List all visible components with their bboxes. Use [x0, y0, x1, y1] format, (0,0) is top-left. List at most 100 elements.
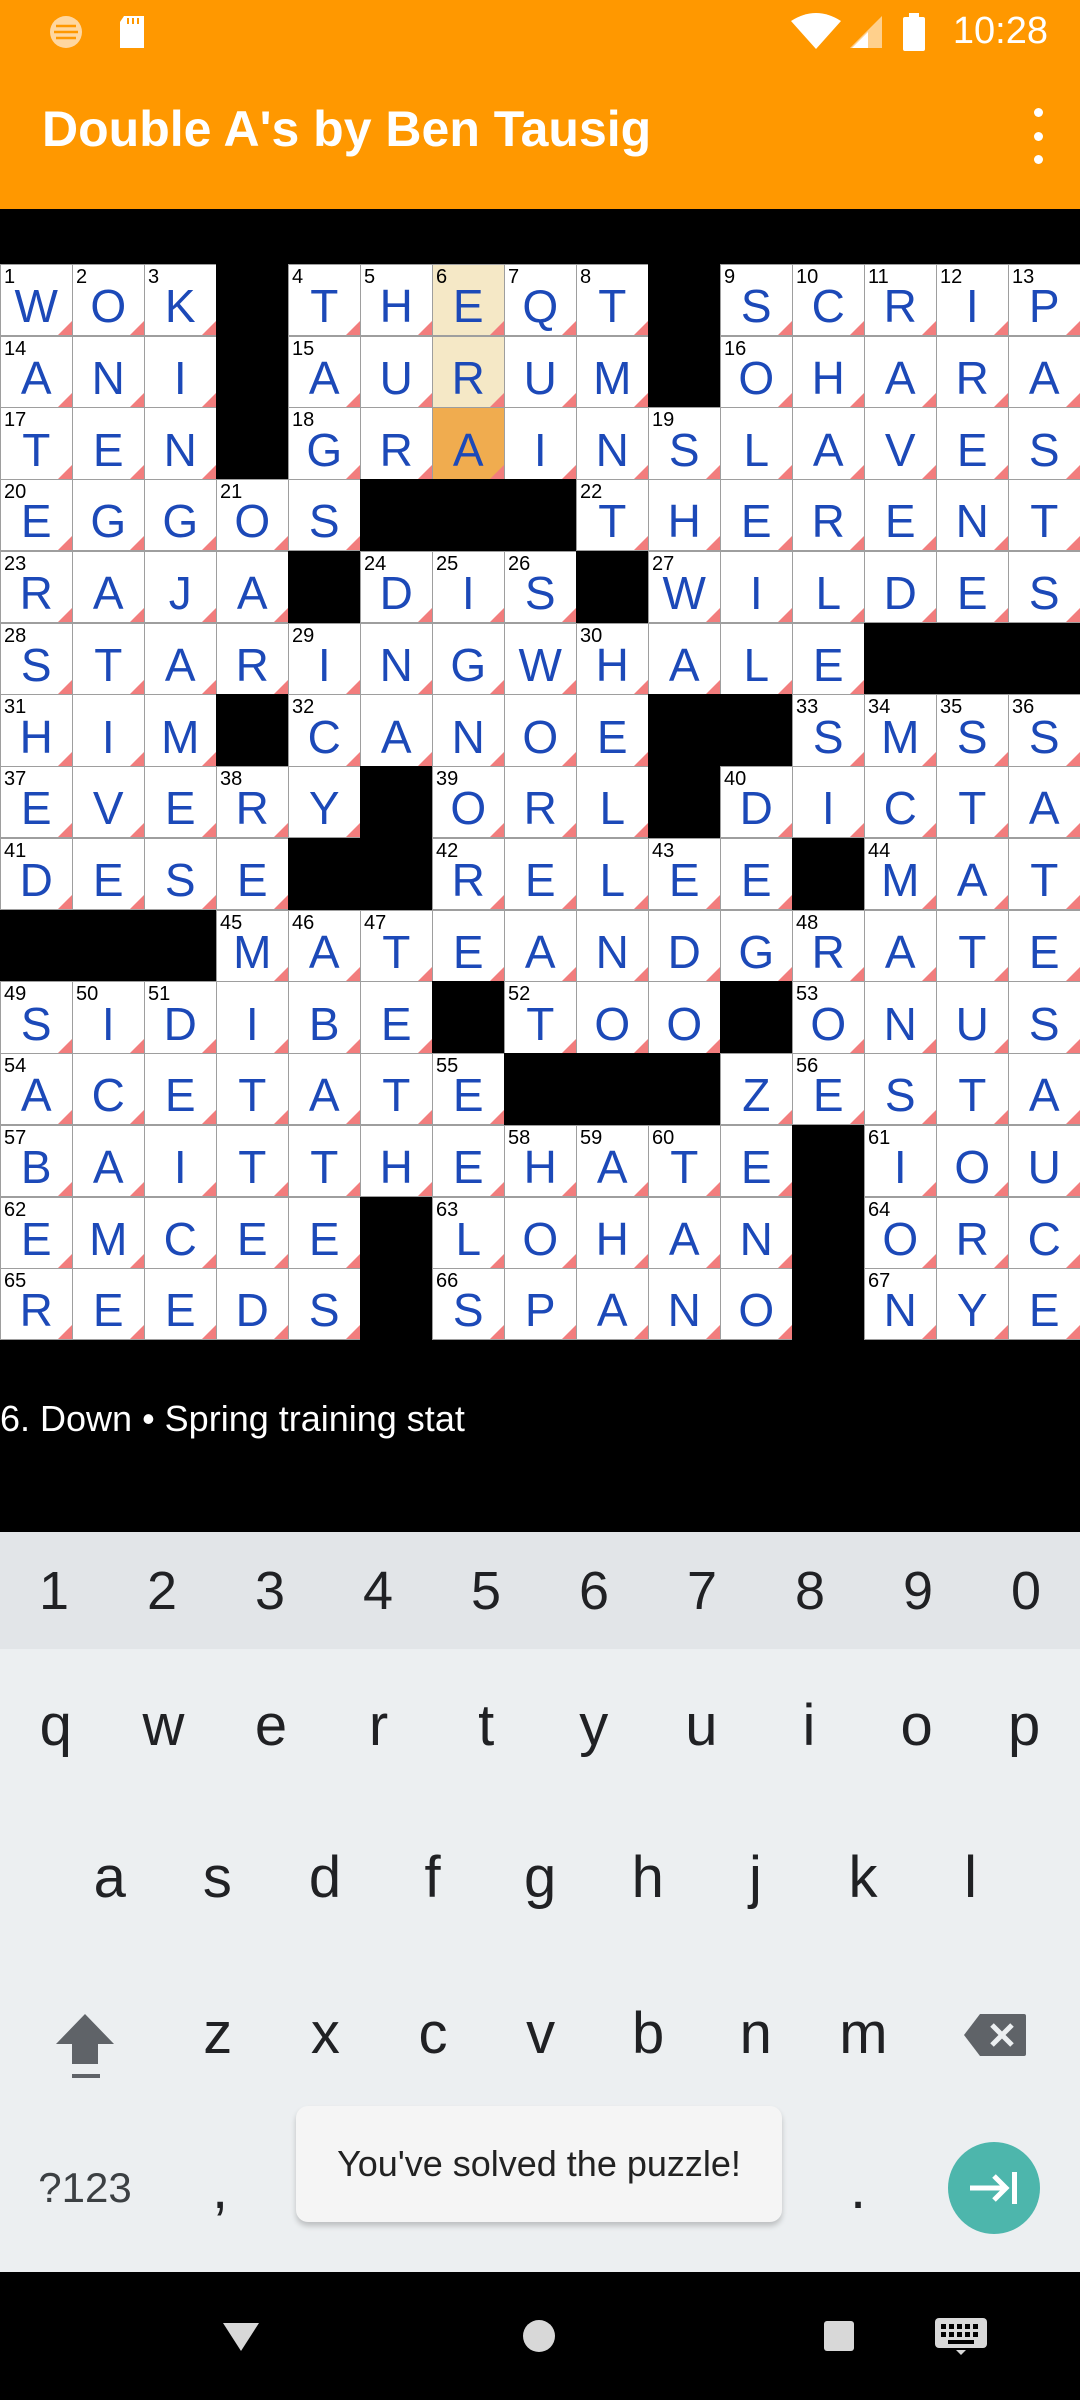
- grid-cell[interactable]: 4T: [288, 264, 361, 337]
- grid-cell[interactable]: B: [288, 981, 361, 1054]
- grid-cell[interactable]: E: [288, 1196, 361, 1269]
- crossword-grid[interactable]: 1 W 2 O 3 K 4 T 5 H 6 E 7 Q 8 T 9 S 10 C 11 R 12 I 13 P 14 A N I 15 A U R…: [0, 264, 1080, 1341]
- grid-cell[interactable]: C: [1008, 1196, 1080, 1269]
- key-c[interactable]: c: [379, 1978, 487, 2088]
- grid-cell[interactable]: N: [144, 407, 217, 480]
- grid-cell[interactable]: 51 D: [144, 981, 217, 1054]
- key-9[interactable]: 9: [864, 1532, 972, 1649]
- key-f[interactable]: f: [379, 1822, 487, 1932]
- grid-cell[interactable]: 26 S: [504, 550, 577, 624]
- grid-cell[interactable]: 25 I: [432, 550, 505, 624]
- grid-cell[interactable]: 47 T: [360, 909, 433, 982]
- grid-cell[interactable]: T: [1008, 837, 1080, 911]
- grid-cell[interactable]: E: [216, 1196, 289, 1269]
- grid-cell[interactable]: I: [144, 335, 217, 408]
- grid-cell[interactable]: 61 I: [864, 1124, 937, 1198]
- grid-cell[interactable]: I: [216, 981, 289, 1054]
- grid-cell[interactable]: S: [288, 1268, 361, 1341]
- grid-cell[interactable]: T: [72, 622, 145, 695]
- grid-cell[interactable]: E: [144, 1268, 217, 1341]
- grid-cell[interactable]: T: [936, 1053, 1009, 1126]
- grid-cell[interactable]: R: [936, 1196, 1009, 1269]
- key-w[interactable]: w: [110, 1670, 218, 1780]
- key-d[interactable]: d: [271, 1822, 379, 1932]
- grid-cell[interactable]: O: [648, 981, 721, 1054]
- grid-cell[interactable]: E: [432, 1124, 505, 1198]
- grid-cell[interactable]: R: [936, 335, 1009, 408]
- grid-cell[interactable]: 20 E: [0, 479, 73, 552]
- grid-cell[interactable]: 16 O: [720, 335, 793, 408]
- key-m[interactable]: m: [810, 1978, 918, 2088]
- grid-cell[interactable]: S: [288, 479, 361, 552]
- grid-cell[interactable]: A: [936, 837, 1009, 911]
- grid-cell[interactable]: 37 E: [0, 766, 73, 839]
- grid-cell[interactable]: 57 B: [0, 1124, 73, 1198]
- grid-cell[interactable]: A: [72, 1124, 145, 1198]
- grid-cell[interactable]: A: [504, 909, 577, 982]
- key-k[interactable]: k: [809, 1822, 917, 1932]
- grid-cell[interactable]: E: [1008, 1268, 1080, 1341]
- grid-cell[interactable]: A: [1008, 766, 1080, 839]
- grid-cell[interactable]: M: [144, 694, 217, 767]
- grid-cell[interactable]: 28 S: [0, 622, 73, 695]
- grid-cell[interactable]: T: [360, 1053, 433, 1126]
- grid-cell[interactable]: 27 W: [648, 550, 721, 624]
- grid-cell[interactable]: 64 O: [864, 1196, 937, 1269]
- grid-cell[interactable]: 22 T: [576, 479, 649, 552]
- grid-cell[interactable]: E: [432, 909, 505, 982]
- grid-cell[interactable]: G: [144, 479, 217, 552]
- key-n[interactable]: n: [702, 1978, 810, 2088]
- grid-cell[interactable]: I: [720, 550, 793, 624]
- grid-cell[interactable]: M: [576, 335, 649, 408]
- grid-cell[interactable]: E: [792, 622, 865, 695]
- key-e[interactable]: e: [217, 1670, 325, 1780]
- grid-cell[interactable]: N: [648, 1268, 721, 1341]
- grid-cell[interactable]: O: [936, 1124, 1009, 1198]
- more-vert-icon[interactable]: [1018, 108, 1058, 164]
- backspace-icon[interactable]: [962, 2012, 1028, 2063]
- key-o[interactable]: o: [863, 1670, 971, 1780]
- key-6[interactable]: 6: [540, 1532, 648, 1649]
- grid-cell[interactable]: E: [72, 837, 145, 911]
- grid-cell[interactable]: A: [1008, 1053, 1080, 1126]
- grid-cell[interactable]: 21 O: [216, 479, 289, 552]
- grid-cell[interactable]: 14 A: [0, 335, 73, 408]
- key-p[interactable]: p: [970, 1670, 1078, 1780]
- grid-cell[interactable]: J: [144, 550, 217, 624]
- symbols-key[interactable]: ?123: [10, 2142, 160, 2234]
- grid-cell[interactable]: E: [1008, 909, 1080, 982]
- grid-cell[interactable]: 11 R: [864, 264, 937, 337]
- grid-cell[interactable]: M: [72, 1196, 145, 1269]
- grid-cell[interactable]: D: [864, 550, 937, 624]
- grid-cell[interactable]: A: [288, 1053, 361, 1126]
- grid-cell[interactable]: S: [1008, 550, 1080, 624]
- grid-cell[interactable]: N: [72, 335, 145, 408]
- grid-cell[interactable]: E: [720, 1124, 793, 1198]
- grid-cell[interactable]: 19 S: [648, 407, 721, 480]
- key-v[interactable]: v: [487, 1978, 595, 2088]
- grid-cell[interactable]: G: [432, 622, 505, 695]
- grid-cell[interactable]: 10 C: [792, 264, 865, 337]
- grid-cell[interactable]: V: [864, 407, 937, 480]
- grid-cell[interactable]: 63 L: [432, 1196, 505, 1269]
- grid-cell[interactable]: N: [576, 407, 649, 480]
- grid-cell[interactable]: O: [720, 1268, 793, 1341]
- grid-cell[interactable]: 7Q: [504, 264, 577, 337]
- key-s[interactable]: s: [164, 1822, 272, 1932]
- grid-cell[interactable]: R: [792, 479, 865, 552]
- grid-cell[interactable]: H: [576, 1196, 649, 1269]
- grid-cell[interactable]: D: [648, 909, 721, 982]
- grid-cell[interactable]: 42 R: [432, 837, 505, 911]
- grid-cell[interactable]: T: [936, 766, 1009, 839]
- grid-cell[interactable]: T: [288, 1124, 361, 1198]
- grid-cell[interactable]: 66 S: [432, 1268, 505, 1341]
- key-b[interactable]: b: [594, 1978, 702, 2088]
- key-z[interactable]: z: [164, 1978, 272, 2088]
- grid-cell[interactable]: A: [864, 335, 937, 408]
- grid-cell[interactable]: E: [144, 1053, 217, 1126]
- grid-cell[interactable]: E: [720, 479, 793, 552]
- grid-cell[interactable]: A: [216, 550, 289, 624]
- grid-cell[interactable]: 31 H: [0, 694, 73, 767]
- home-icon[interactable]: [504, 2272, 574, 2400]
- grid-cell[interactable]: U: [504, 335, 577, 408]
